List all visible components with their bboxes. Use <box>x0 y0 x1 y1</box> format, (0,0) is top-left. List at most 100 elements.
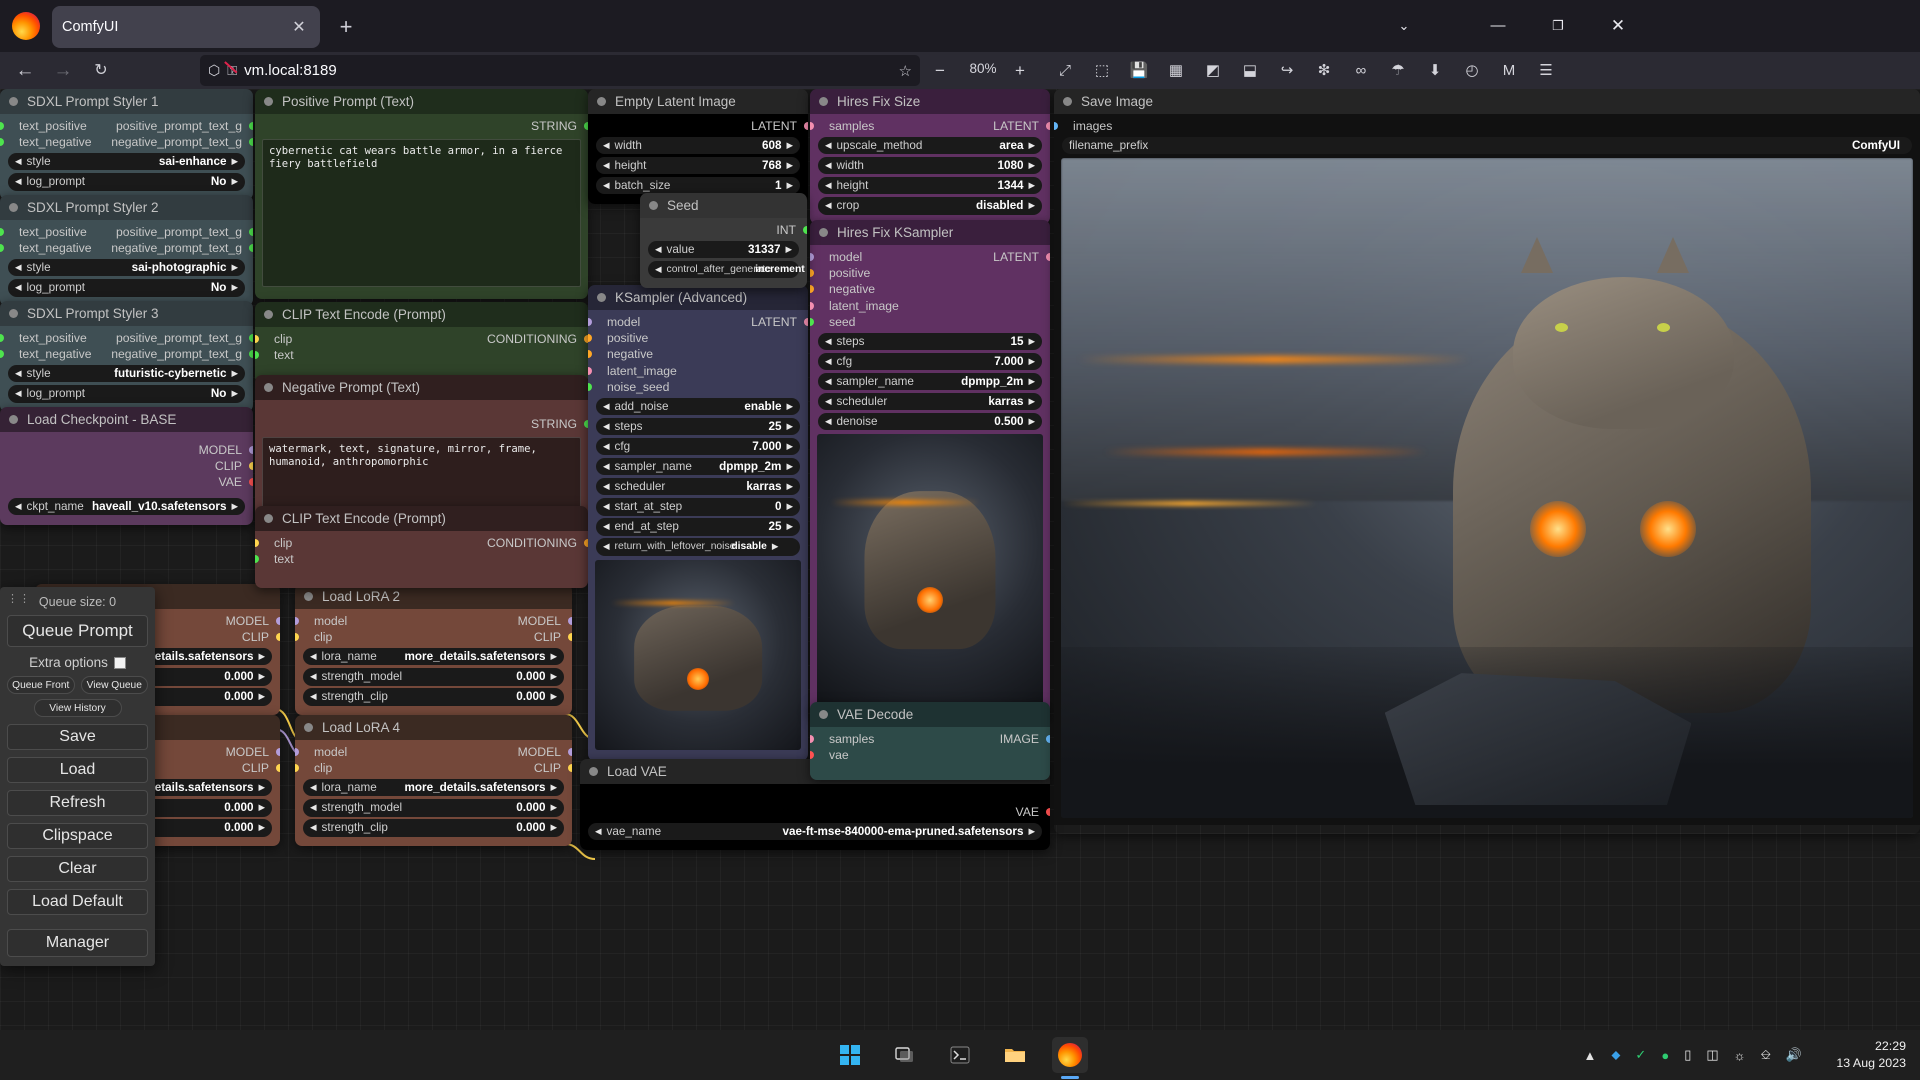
chevron-left-icon[interactable]: ◀ <box>15 176 22 187</box>
chevron-left-icon[interactable]: ◀ <box>603 461 610 472</box>
history-icon[interactable]: ◴ <box>1457 57 1487 85</box>
negative-prompt-textarea[interactable]: watermark, text, signature, mirror, fram… <box>262 437 581 511</box>
slot-pin[interactable] <box>255 335 259 343</box>
lock-crossed-icon[interactable]: ⚿ <box>227 63 237 79</box>
chevron-left-icon[interactable]: ◀ <box>603 441 610 452</box>
node-clip-text-encode-negative[interactable]: CLIP Text Encode (Prompt) clip CONDITION… <box>255 506 588 589</box>
input-slot-latent-image[interactable]: latent_image <box>588 363 808 379</box>
clipspace-button[interactable]: Clipspace <box>7 823 148 849</box>
keyboard-icon[interactable]: ⎒ <box>1761 1047 1771 1063</box>
chevron-right-icon[interactable]: ▶ <box>1028 336 1035 347</box>
widget-strength-model[interactable]: ◀ strength_model 0.000 ▶ <box>303 799 564 817</box>
node-collapse-icon[interactable] <box>597 97 606 106</box>
slot-pin[interactable] <box>803 226 807 234</box>
chevron-right-icon[interactable]: ▶ <box>231 262 238 273</box>
glasses-icon[interactable]: ∞ <box>1346 57 1376 85</box>
chevron-right-icon[interactable]: ▶ <box>550 782 557 793</box>
browser-tab-comfyui[interactable]: ComfyUI ✕ <box>52 6 320 48</box>
node-header[interactable]: Empty Latent Image <box>588 89 808 114</box>
input-slot-negative[interactable]: negative <box>588 346 808 362</box>
widget-seed-value[interactable]: ◀ value 31337 ▶ <box>648 240 799 259</box>
input-slot-positive[interactable]: positive <box>588 330 808 346</box>
chevron-right-icon[interactable]: ▶ <box>786 501 793 512</box>
chevron-left-icon[interactable]: ◀ <box>825 416 832 427</box>
slot-pin[interactable] <box>568 633 572 642</box>
slot-pin[interactable] <box>249 478 253 487</box>
widget-width[interactable]: ◀ width 608 ▶ <box>596 136 800 155</box>
node-empty-latent-image[interactable]: Empty Latent Image LATENT ◀ width 608 ▶ … <box>588 89 808 205</box>
node-load-lora-4[interactable]: Load LoRA 4 model MODEL clip CLIP ◀ lora… <box>295 715 572 847</box>
output-slot-model[interactable]: MODEL <box>0 442 253 458</box>
chevron-right-icon[interactable]: ▶ <box>550 802 557 813</box>
chevron-right-icon[interactable]: ▶ <box>1028 356 1035 367</box>
slot-pin[interactable] <box>0 138 4 147</box>
chevron-left-icon[interactable]: ◀ <box>603 180 610 191</box>
container-icon[interactable]: ⬚ <box>1087 57 1117 85</box>
chevron-right-icon[interactable]: ▶ <box>258 651 265 662</box>
node-header[interactable]: Hires Fix KSampler <box>810 220 1050 245</box>
task-view-icon[interactable] <box>887 1037 923 1073</box>
chevron-right-icon[interactable]: ▶ <box>1028 376 1035 387</box>
slot-pin[interactable] <box>588 366 592 375</box>
slot-model[interactable]: model MODEL <box>295 613 572 629</box>
pocket-icon[interactable]: ⬓ <box>1235 57 1265 85</box>
chevron-right-icon[interactable]: ▶ <box>231 282 238 293</box>
slot-pin[interactable] <box>276 748 280 756</box>
slot-pin[interactable] <box>249 138 253 147</box>
chevron-left-icon[interactable]: ◀ <box>603 160 610 171</box>
slot-model[interactable]: model MODEL <box>295 744 572 760</box>
slot-pin[interactable] <box>249 228 253 236</box>
node-header[interactable]: SDXL Prompt Styler 1 <box>0 89 253 114</box>
chevron-left-icon[interactable]: ◀ <box>825 376 832 387</box>
widget-steps[interactable]: ◀ steps 15 ▶ <box>818 332 1042 351</box>
slot-pin[interactable] <box>810 301 814 310</box>
chevron-left-icon[interactable]: ◀ <box>603 421 610 432</box>
chevron-right-icon[interactable]: ▶ <box>550 691 557 702</box>
window-minimize-button[interactable]: — <box>1476 10 1520 42</box>
chevron-left-icon[interactable]: ◀ <box>655 264 662 275</box>
window-close-button[interactable]: ✕ <box>1596 10 1640 42</box>
slot-pin[interactable] <box>295 617 299 625</box>
share-icon[interactable]: ↪ <box>1272 57 1302 85</box>
node-sdxl-prompt-styler-2[interactable]: SDXL Prompt Styler 2 text_positive posit… <box>0 195 253 307</box>
widget-return-with-leftover-noise[interactable]: ◀ return_with_leftover_noise disable ▶ <box>596 538 800 556</box>
clock[interactable]: 22:29 13 Aug 2023 <box>1836 1038 1906 1072</box>
slot-pin[interactable] <box>1054 122 1058 130</box>
widget-log-prompt[interactable]: ◀ log_prompt No ▶ <box>8 385 245 403</box>
widget-end-at-step[interactable]: ◀ end_at_step 25 ▶ <box>596 518 800 536</box>
output-slot-text-positive[interactable]: text_positive positive_prompt_text_g <box>0 330 253 346</box>
slot-pin[interactable] <box>810 317 814 326</box>
widget-upscale-method[interactable]: ◀ upscale_method area ▶ <box>818 136 1042 155</box>
output-slot-text-positive[interactable]: text_positive positive_prompt_text_g <box>0 118 253 134</box>
chevron-left-icon[interactable]: ◀ <box>15 501 22 512</box>
widget-sampler-name[interactable]: ◀ sampler_name dpmpp_2m ▶ <box>818 372 1042 391</box>
chevron-left-icon[interactable]: ◀ <box>825 356 832 367</box>
node-header[interactable]: CLIP Text Encode (Prompt) <box>255 302 588 327</box>
node-header[interactable]: SDXL Prompt Styler 3 <box>0 301 253 326</box>
grid-icon[interactable]: ▦ <box>1161 57 1191 85</box>
chevron-right-icon[interactable]: ▶ <box>785 244 792 255</box>
chevron-right-icon[interactable]: ▶ <box>258 802 265 813</box>
node-sdxl-prompt-styler-3[interactable]: SDXL Prompt Styler 3 text_positive posit… <box>0 301 253 413</box>
view-history-button[interactable]: View History <box>33 699 122 717</box>
node-collapse-icon[interactable] <box>264 383 273 392</box>
input-slot-text[interactable]: text <box>255 551 588 567</box>
chevron-right-icon[interactable]: ▶ <box>786 441 793 452</box>
chevron-left-icon[interactable]: ◀ <box>603 501 610 512</box>
node-header[interactable]: Save Image <box>1054 89 1920 114</box>
node-hires-fix-size[interactable]: Hires Fix Size samples LATENT ◀ upscale_… <box>810 89 1050 225</box>
tab-close-icon[interactable]: ✕ <box>288 17 310 37</box>
brightness-icon[interactable]: ☼ <box>1734 1048 1746 1063</box>
input-slot-clip[interactable]: clip CONDITIONING <box>255 331 588 347</box>
tab-list-icon[interactable]: ⌄ <box>1382 10 1426 42</box>
node-negative-prompt-text[interactable]: Negative Prompt (Text) STRING watermark,… <box>255 375 588 523</box>
chevron-left-icon[interactable]: ◀ <box>595 826 602 837</box>
chevron-left-icon[interactable]: ◀ <box>655 244 662 255</box>
slot-pin[interactable] <box>249 244 253 253</box>
node-header[interactable]: Positive Prompt (Text) <box>255 89 588 114</box>
widget-log-prompt[interactable]: ◀ log_prompt No ▶ <box>8 279 245 297</box>
slot-pin[interactable] <box>568 748 572 756</box>
widget-add-noise[interactable]: ◀ add_noise enable ▶ <box>596 397 800 416</box>
slot-pin[interactable] <box>276 633 280 642</box>
window-maximize-button[interactable]: ❐ <box>1536 10 1580 42</box>
